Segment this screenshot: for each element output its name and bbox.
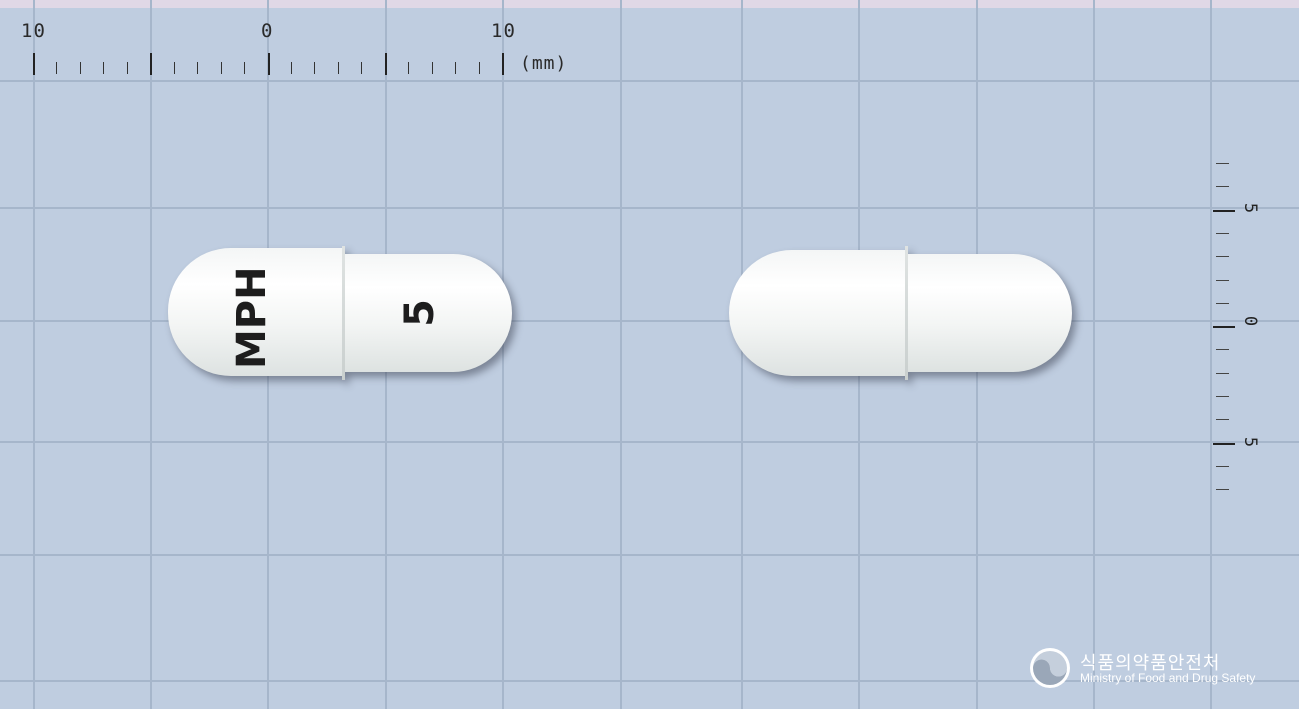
ruler-tick	[314, 62, 315, 74]
ruler-tick	[455, 62, 456, 74]
ruler-tick	[361, 62, 362, 74]
side-ruler-tick	[1216, 163, 1229, 164]
ruler-unit: (mm)	[520, 53, 568, 74]
imprint-mph: MPH	[229, 266, 275, 369]
ruler-tick	[197, 62, 198, 74]
side-ruler-tick	[1216, 419, 1229, 420]
side-ruler-tick	[1216, 373, 1229, 374]
ruler-tick	[80, 62, 81, 74]
capsule-back-body	[907, 254, 1072, 372]
ruler-tick	[221, 62, 222, 74]
side-ruler-tick	[1213, 443, 1235, 445]
ruler-label-left: 10	[21, 20, 46, 42]
ruler-tick	[150, 53, 152, 75]
ruler-tick	[127, 62, 128, 74]
ruler-tick	[479, 62, 480, 74]
side-label-bottom: 5	[1240, 436, 1261, 448]
capsule-back-cap	[729, 250, 907, 376]
side-ruler-tick	[1216, 349, 1229, 350]
side-ruler-tick	[1213, 210, 1235, 212]
ruler-tick	[385, 53, 387, 75]
ruler-tick	[408, 62, 409, 74]
side-ruler-tick	[1216, 303, 1229, 304]
ruler-label-zero: 0	[261, 20, 274, 42]
ruler-tick	[244, 62, 245, 74]
ruler-label-right: 10	[491, 20, 516, 42]
capsule-back-seam	[905, 246, 908, 380]
side-ruler-tick	[1216, 396, 1229, 397]
side-ruler-tick	[1216, 256, 1229, 257]
mfds-logo-icon	[1030, 648, 1070, 688]
side-ruler-tick	[1216, 233, 1229, 234]
ruler-tick	[174, 62, 175, 74]
logo-name-english: Ministry of Food and Drug Safety	[1080, 671, 1256, 685]
side-ruler-tick	[1216, 280, 1229, 281]
ruler-tick	[502, 53, 504, 75]
ruler-tick	[268, 53, 270, 75]
side-ruler-tick	[1216, 489, 1229, 490]
capsule-back	[729, 246, 1072, 380]
top-strip	[0, 0, 1299, 8]
capsule-front: MPH 5	[168, 246, 512, 380]
side-label-zero: 0	[1240, 315, 1261, 327]
ruler-tick	[338, 62, 339, 74]
ruler-tick	[432, 62, 433, 74]
side-ruler-tick	[1213, 326, 1235, 328]
side-label-top: 5	[1240, 202, 1261, 214]
ruler-tick	[103, 62, 104, 74]
imprint-5: 5	[396, 299, 443, 327]
side-ruler-tick	[1216, 186, 1229, 187]
ruler-tick	[33, 53, 35, 75]
capsule-front-seam	[342, 246, 345, 380]
ruler-tick	[291, 62, 292, 74]
ruler-tick	[56, 62, 57, 74]
side-ruler-tick	[1216, 466, 1229, 467]
